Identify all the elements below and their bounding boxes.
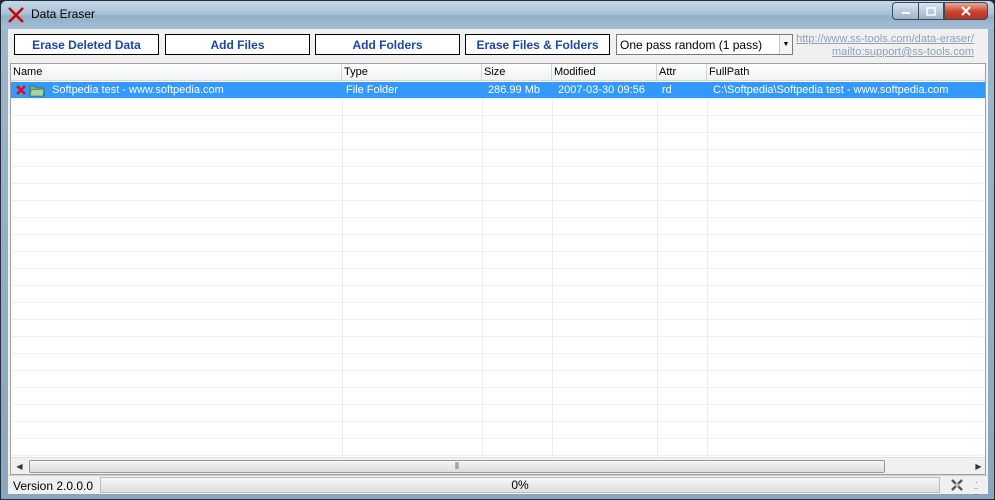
window-title: Data Eraser — [31, 7, 96, 21]
row-gridline — [11, 302, 985, 303]
column-gridline — [707, 81, 708, 457]
cell-attr: rd — [662, 84, 672, 96]
column-header-fullpath[interactable]: FullPath — [707, 64, 985, 81]
horizontal-scrollbar[interactable]: ◀ ⦀ ▶ — [11, 457, 985, 474]
client-area: Erase Deleted Data Add Files Add Folders… — [8, 29, 988, 499]
column-gridline — [657, 81, 658, 457]
erase-method-select[interactable]: One pass random (1 pass) ▼ — [616, 34, 793, 55]
column-gridline — [342, 81, 343, 457]
row-gridline — [11, 132, 985, 133]
cell-size: 286.99 Mb — [488, 84, 540, 96]
file-list[interactable]: Name Type Size Modified Attr FullPath So… — [10, 63, 986, 475]
row-gridline — [11, 455, 985, 456]
scroll-right-icon[interactable]: ▶ — [970, 459, 985, 474]
erase-deleted-data-button[interactable]: Erase Deleted Data — [14, 34, 159, 55]
column-header-type[interactable]: Type — [342, 64, 482, 81]
cancel-x-icon[interactable] — [949, 477, 965, 493]
progress-bar: 0% — [100, 477, 940, 493]
app-window: Data Eraser Erase Deleted Data Add Files… — [0, 0, 995, 500]
maximize-button[interactable] — [918, 2, 944, 20]
row-gridline — [11, 387, 985, 388]
table-row[interactable]: Softpedia test - www.softpedia.com File … — [11, 82, 985, 98]
row-gridline — [11, 149, 985, 150]
version-label: Version 2.0.0.0 — [13, 479, 94, 493]
resize-grip-icon[interactable]: · ·· ··· — [972, 478, 984, 499]
row-gridline — [11, 319, 985, 320]
minimize-icon — [901, 12, 910, 14]
column-header-size[interactable]: Size — [482, 64, 552, 81]
erase-method-value: One pass random (1 pass) — [620, 37, 763, 52]
cell-modified: 2007-03-30 09:56 — [558, 84, 645, 96]
toolbar: Erase Deleted Data Add Files Add Folders… — [8, 29, 988, 63]
column-header-modified[interactable]: Modified — [552, 64, 657, 81]
row-gridline — [11, 183, 985, 184]
list-rows: Softpedia test - www.softpedia.com File … — [11, 81, 985, 457]
app-x-icon — [8, 7, 24, 23]
maximize-icon — [926, 6, 936, 16]
row-gridline — [11, 285, 985, 286]
row-gridline — [11, 234, 985, 235]
erase-files-folders-button[interactable]: Erase Files & Folders — [465, 34, 610, 55]
scroll-left-icon[interactable]: ◀ — [11, 459, 28, 474]
list-header: Name Type Size Modified Attr FullPath — [11, 64, 985, 81]
folder-icon — [29, 85, 45, 97]
cell-fullpath: C:\Softpedia\Softpedia test - www.softpe… — [713, 84, 949, 96]
row-gridline — [11, 438, 985, 439]
column-header-name[interactable]: Name — [11, 64, 342, 81]
close-button[interactable] — [944, 2, 988, 20]
row-gridline — [11, 353, 985, 354]
cell-name: Softpedia test - www.softpedia.com — [52, 84, 224, 96]
row-gridline — [11, 336, 985, 337]
progress-text: 0% — [511, 478, 529, 492]
window-controls — [892, 2, 988, 21]
row-gridline — [11, 200, 985, 201]
links: http://www.ss-tools.com/data-eraser/ mai… — [796, 33, 974, 59]
status-bar: Version 2.0.0.0 0% · ·· ··· — [8, 475, 988, 499]
title-bar[interactable]: Data Eraser — [1, 1, 994, 29]
row-gridline — [11, 370, 985, 371]
row-gridline — [11, 98, 985, 99]
chevron-down-icon[interactable]: ▼ — [779, 35, 792, 54]
row-gridline — [11, 268, 985, 269]
cell-type: File Folder — [346, 84, 398, 96]
add-folders-button[interactable]: Add Folders — [315, 34, 460, 55]
row-gridline — [11, 421, 985, 422]
row-gridline — [11, 404, 985, 405]
close-icon — [961, 6, 971, 16]
scrollbar-thumb[interactable]: ⦀ — [29, 460, 885, 473]
minimize-button[interactable] — [892, 2, 918, 20]
row-gridline — [11, 251, 985, 252]
delete-mark-icon — [16, 85, 26, 95]
column-gridline — [552, 81, 553, 457]
row-gridline — [11, 166, 985, 167]
add-files-button[interactable]: Add Files — [165, 34, 310, 55]
row-gridline — [11, 115, 985, 116]
website-link[interactable]: http://www.ss-tools.com/data-eraser/ — [796, 33, 974, 46]
row-gridline — [11, 217, 985, 218]
column-gridline — [482, 81, 483, 457]
support-email-link[interactable]: mailto:support@ss-tools.com — [796, 46, 974, 59]
column-header-attr[interactable]: Attr — [657, 64, 707, 81]
